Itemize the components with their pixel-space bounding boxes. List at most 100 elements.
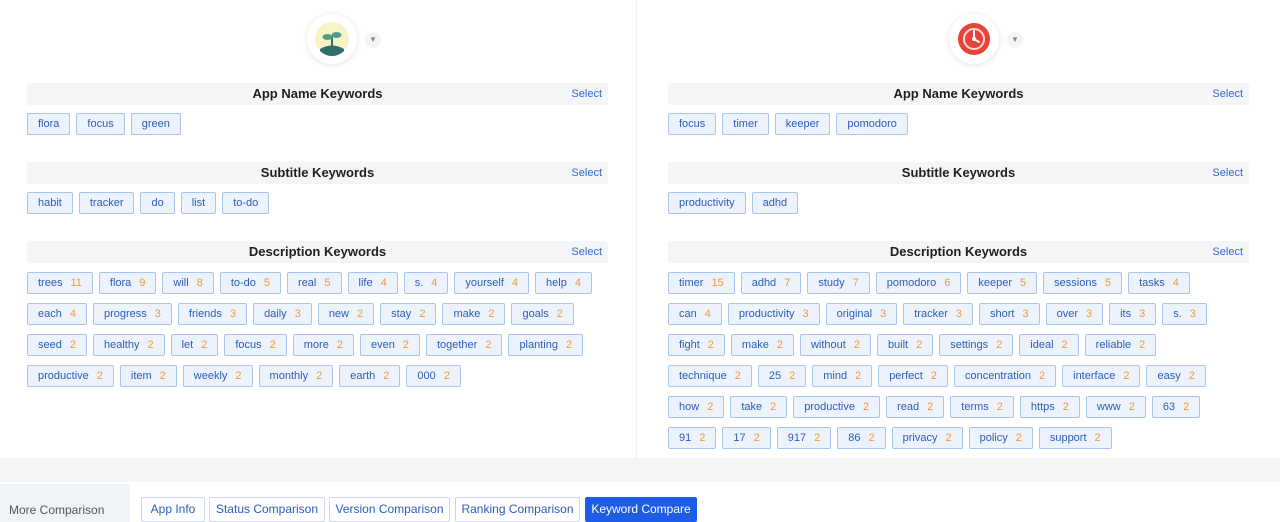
right-app-icon-button[interactable] [949, 14, 999, 64]
select-link[interactable]: Select [1212, 162, 1243, 184]
keyword-tag[interactable]: daily 3 [253, 303, 312, 325]
tab-keyword-compare[interactable]: Keyword Compare [585, 497, 697, 522]
keyword-tag[interactable]: technique 2 [668, 365, 752, 387]
keyword-tag[interactable]: 63 2 [1151, 396, 1201, 418]
keyword-tag[interactable]: more 2 [292, 334, 354, 356]
keyword-tag[interactable]: weekly 2 [182, 365, 253, 387]
tab-ranking-comparison[interactable]: Ranking Comparison [455, 497, 580, 522]
keyword-tag[interactable]: 000 2 [406, 365, 461, 387]
keyword-tag[interactable]: planting 2 [508, 334, 584, 356]
keyword-tag[interactable]: list [180, 192, 217, 214]
keyword-tag[interactable]: mind 2 [812, 365, 873, 387]
keyword-tag[interactable]: its 3 [1109, 303, 1157, 325]
keyword-tag[interactable]: stay 2 [380, 303, 437, 325]
keyword-tag[interactable]: trees 11 [27, 272, 93, 294]
keyword-tag[interactable]: easy 2 [1146, 365, 1206, 387]
keyword-tag[interactable]: help 4 [535, 272, 592, 294]
keyword-tag[interactable]: keeper 5 [967, 272, 1038, 294]
keyword-tag[interactable]: together 2 [425, 334, 503, 356]
select-link[interactable]: Select [1212, 241, 1243, 263]
keyword-tag[interactable]: adhd [751, 192, 799, 214]
keyword-tag[interactable]: make 2 [730, 334, 794, 356]
keyword-tag[interactable]: 91 2 [668, 427, 717, 449]
tab-app-info[interactable]: App Info [141, 497, 205, 522]
select-link[interactable]: Select [1212, 83, 1243, 105]
keyword-tag[interactable]: focus [668, 113, 717, 135]
keyword-tag[interactable]: tracker [78, 192, 135, 214]
keyword-tag[interactable]: take 2 [730, 396, 788, 418]
keyword-tag[interactable]: focus [76, 113, 125, 135]
keyword-tag[interactable]: earth 2 [339, 365, 401, 387]
keyword-tag[interactable]: flora 9 [98, 272, 157, 294]
keyword-tag[interactable]: seed 2 [27, 334, 87, 356]
keyword-tag[interactable]: tracker 3 [903, 303, 973, 325]
keyword-tag[interactable]: friends 3 [177, 303, 248, 325]
select-link[interactable]: Select [571, 241, 602, 263]
keyword-tag[interactable]: s. 4 [403, 272, 449, 294]
keyword-tag[interactable]: interface 2 [1062, 365, 1141, 387]
keyword-tag[interactable]: real 5 [287, 272, 342, 294]
keyword-tag[interactable]: perfect 2 [878, 365, 948, 387]
chevron-down-icon[interactable]: ▼ [1007, 32, 1023, 48]
keyword-tag[interactable]: item 2 [119, 365, 177, 387]
keyword-tag[interactable]: make 2 [442, 303, 506, 325]
keyword-tag[interactable]: 86 2 [837, 427, 886, 449]
keyword-tag[interactable]: reliable 2 [1084, 334, 1157, 356]
keyword-tag[interactable]: can 4 [668, 303, 722, 325]
keyword-tag[interactable]: terms 2 [950, 396, 1014, 418]
keyword-tag[interactable]: habit [27, 192, 73, 214]
keyword-tag[interactable]: www 2 [1085, 396, 1146, 418]
keyword-tag[interactable]: productive 2 [27, 365, 114, 387]
keyword-tag[interactable]: monthly 2 [258, 365, 334, 387]
keyword-tag[interactable]: policy 2 [968, 427, 1033, 449]
keyword-tag[interactable]: new 2 [317, 303, 375, 325]
keyword-tag[interactable]: short 3 [978, 303, 1040, 325]
keyword-tag[interactable]: timer [722, 113, 769, 135]
keyword-tag[interactable]: let 2 [170, 334, 219, 356]
keyword-tag[interactable]: to-do [222, 192, 270, 214]
keyword-tag[interactable]: timer 15 [668, 272, 735, 294]
keyword-tag[interactable]: life 4 [347, 272, 398, 294]
select-link[interactable]: Select [571, 83, 602, 105]
keyword-tag[interactable]: without 2 [799, 334, 871, 356]
keyword-tag[interactable]: progress 3 [92, 303, 172, 325]
keyword-tag[interactable]: pomodoro 6 [875, 272, 962, 294]
keyword-tag[interactable]: keeper [774, 113, 831, 135]
tab-status-comparison[interactable]: Status Comparison [209, 497, 325, 522]
keyword-tag[interactable]: over 3 [1045, 303, 1104, 325]
chevron-down-icon[interactable]: ▼ [365, 32, 381, 48]
keyword-tag[interactable]: green [130, 113, 181, 135]
keyword-tag[interactable]: do [140, 192, 175, 214]
keyword-tag[interactable]: focus 2 [224, 334, 287, 356]
keyword-tag[interactable]: healthy 2 [92, 334, 165, 356]
keyword-tag[interactable]: read 2 [886, 396, 945, 418]
keyword-tag[interactable]: productive 2 [793, 396, 881, 418]
keyword-tag[interactable]: pomodoro [836, 113, 908, 135]
keyword-tag[interactable]: each 4 [27, 303, 87, 325]
keyword-tag[interactable]: productivity [668, 192, 746, 214]
keyword-tag[interactable]: 917 2 [776, 427, 832, 449]
keyword-tag[interactable]: built 2 [876, 334, 934, 356]
keyword-tag[interactable]: 25 2 [757, 365, 807, 387]
keyword-tag[interactable]: original 3 [825, 303, 898, 325]
keyword-tag[interactable]: fight 2 [668, 334, 725, 356]
left-app-icon-button[interactable] [307, 14, 357, 64]
select-link[interactable]: Select [571, 162, 602, 184]
keyword-tag[interactable]: settings 2 [939, 334, 1014, 356]
keyword-tag[interactable]: support 2 [1038, 427, 1112, 449]
keyword-tag[interactable]: how 2 [668, 396, 725, 418]
keyword-tag[interactable]: 17 2 [722, 427, 771, 449]
keyword-tag[interactable]: productivity 3 [727, 303, 820, 325]
tab-version-comparison[interactable]: Version Comparison [329, 497, 450, 522]
keyword-tag[interactable]: goals 2 [511, 303, 574, 325]
keyword-tag[interactable]: adhd 7 [740, 272, 802, 294]
keyword-tag[interactable]: to-do 5 [219, 272, 282, 294]
keyword-tag[interactable]: sessions 5 [1043, 272, 1123, 294]
keyword-tag[interactable]: concentration 2 [953, 365, 1057, 387]
keyword-tag[interactable]: privacy 2 [891, 427, 963, 449]
keyword-tag[interactable]: https 2 [1019, 396, 1080, 418]
keyword-tag[interactable]: tasks 4 [1128, 272, 1190, 294]
keyword-tag[interactable]: study 7 [807, 272, 870, 294]
keyword-tag[interactable]: yourself 4 [454, 272, 530, 294]
keyword-tag[interactable]: ideal 2 [1019, 334, 1079, 356]
